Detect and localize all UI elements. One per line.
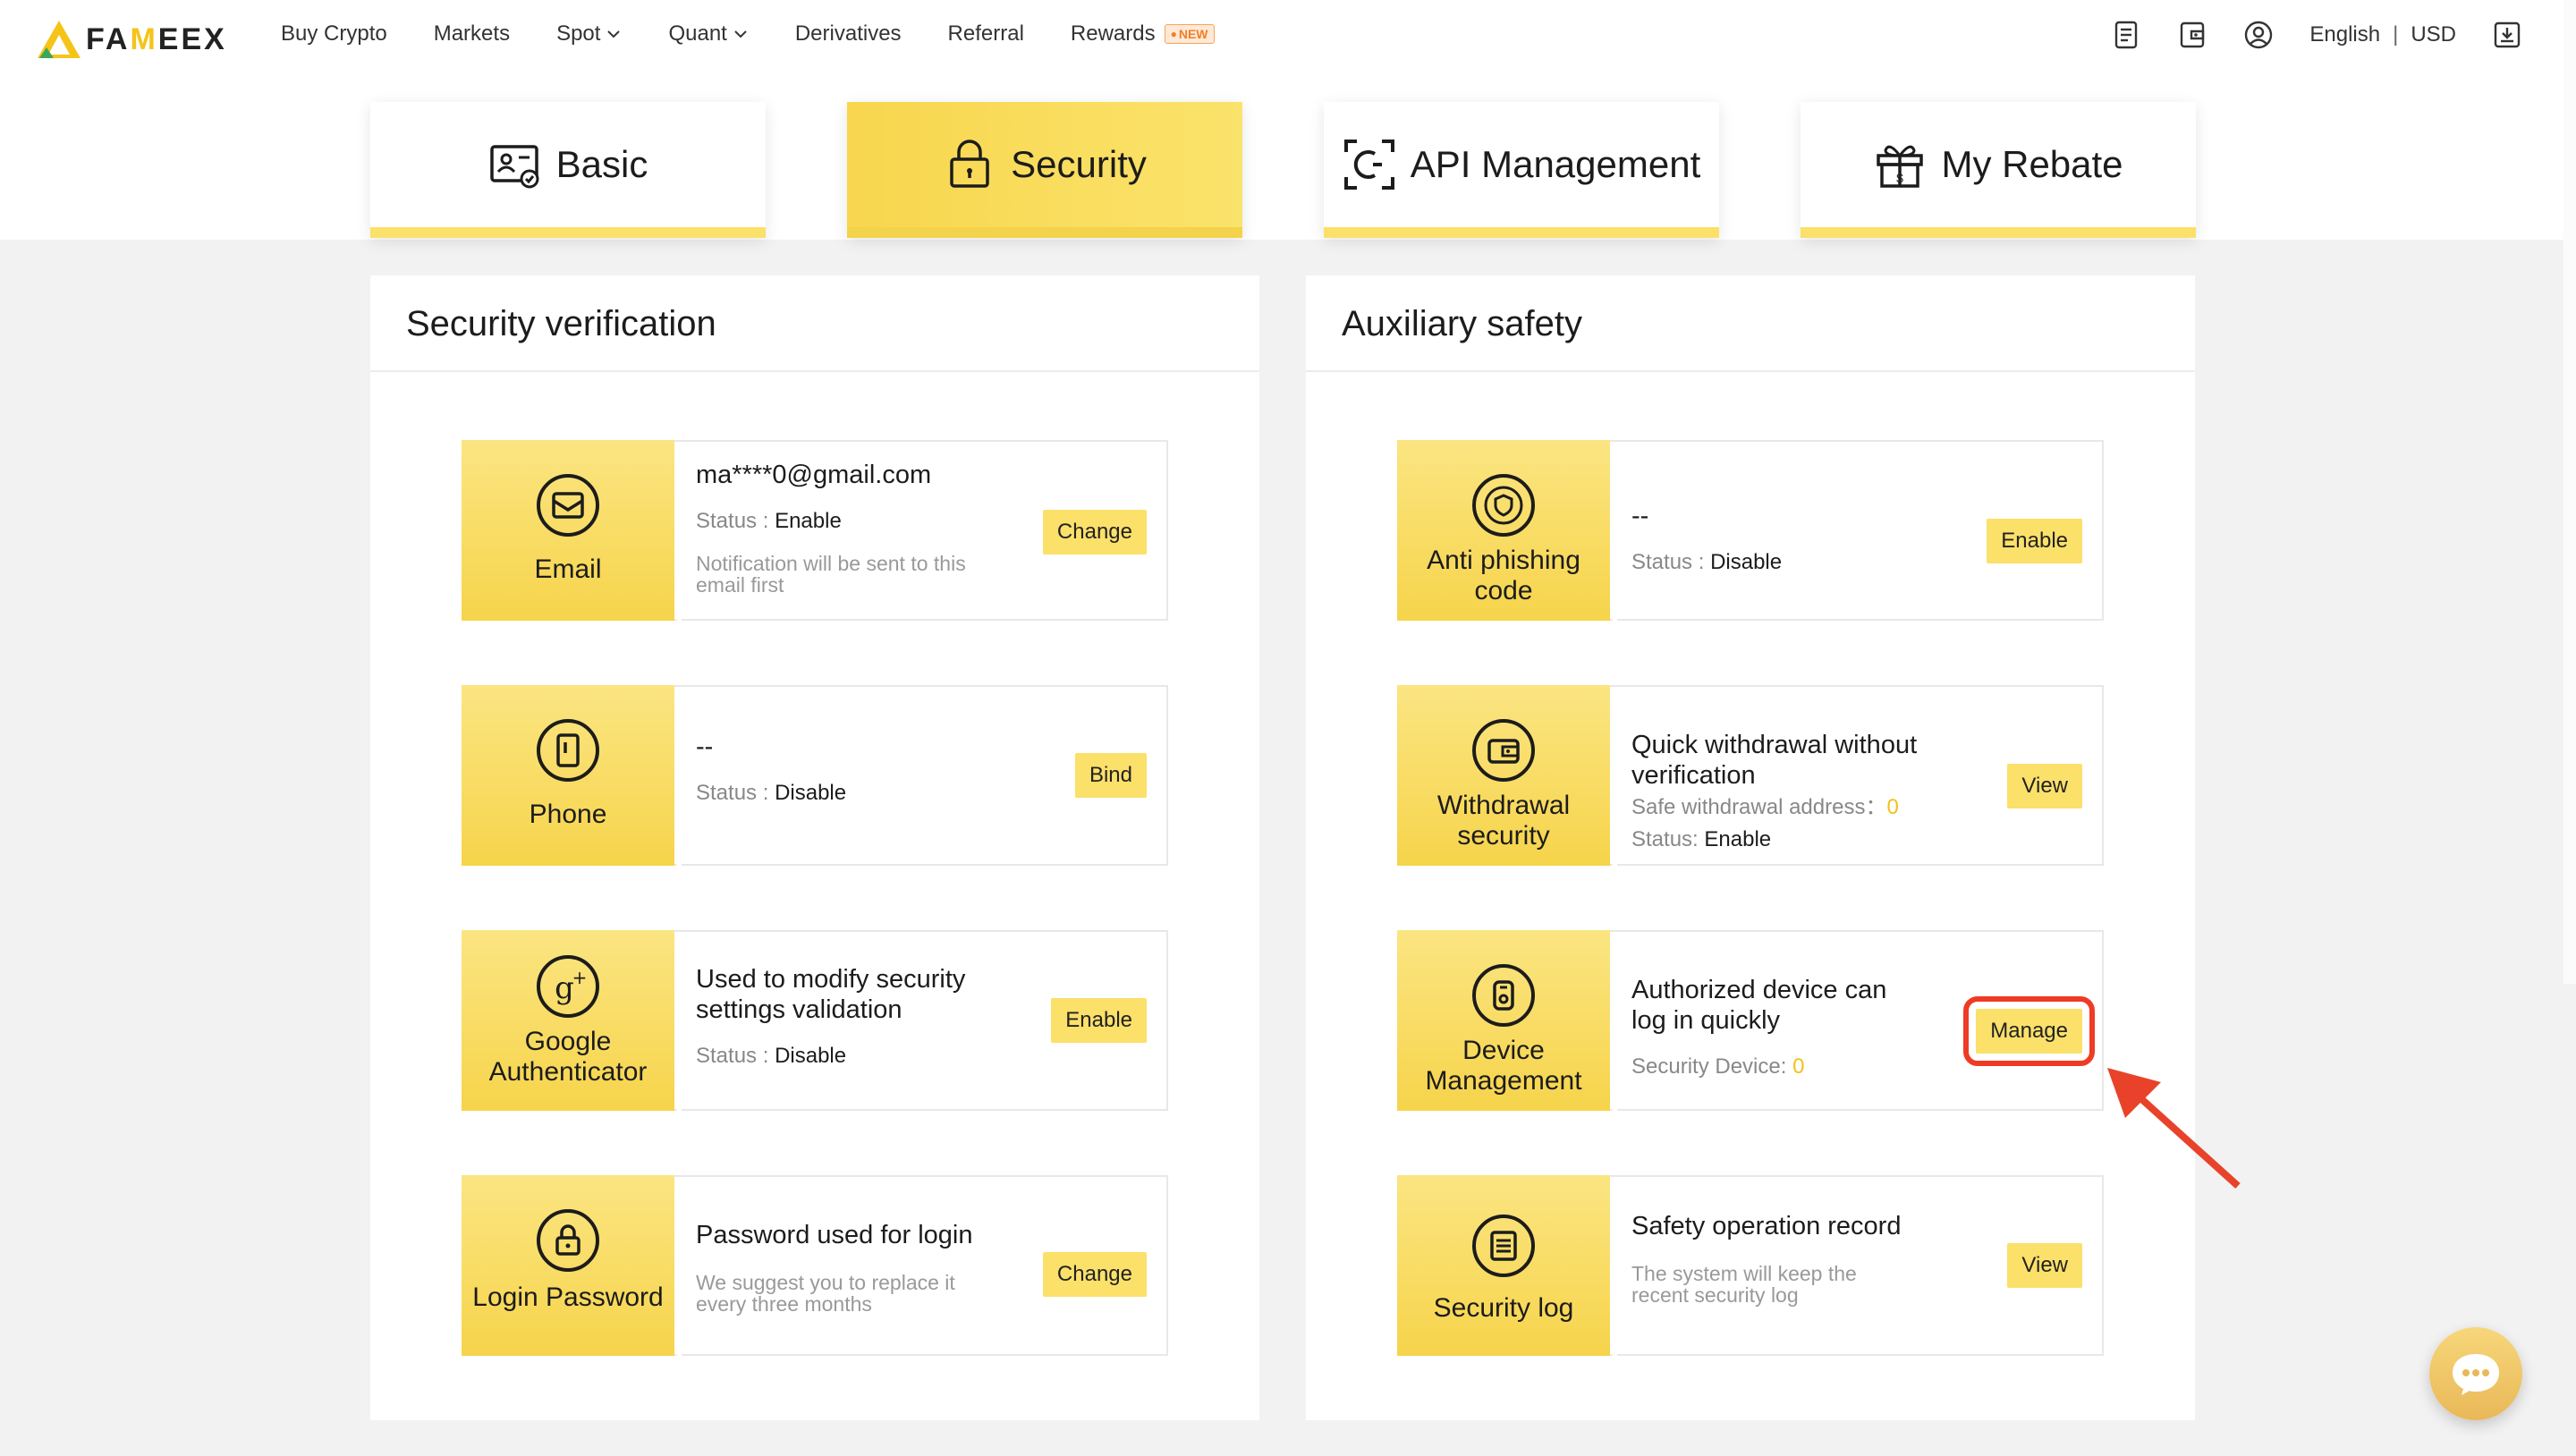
manage-devices-button[interactable]: Manage — [1963, 996, 2095, 1066]
tab-security-label: Security — [1011, 143, 1147, 185]
change-email-button[interactable]: Change — [1042, 510, 1147, 554]
card-label-area: Withdrawal security — [1397, 685, 1617, 866]
card-name: Security log — [1433, 1293, 1574, 1323]
withdrawal-security-card: Withdrawal security Quick withdrawal wit… — [1397, 685, 2104, 866]
orders-icon[interactable] — [2111, 20, 2141, 50]
gift-icon: $ — [1877, 145, 1924, 188]
card-name: Withdrawal security — [1436, 791, 1571, 851]
new-badge: ● NEW — [1164, 24, 1215, 44]
logo-mark-icon — [38, 21, 80, 58]
security-device-count: Security Device: 0 — [1631, 1054, 1805, 1079]
account-icon[interactable] — [2243, 20, 2274, 50]
card-label-area: Device Management — [1397, 930, 1617, 1111]
nav-derivatives[interactable]: Derivatives — [795, 21, 902, 47]
svg-text:$: $ — [1897, 171, 1904, 185]
enable-google-auth-button[interactable]: Enable — [1051, 998, 1147, 1043]
password-lock-icon — [537, 1209, 599, 1272]
nav-referral[interactable]: Referral — [948, 21, 1024, 47]
nav-spot[interactable]: Spot — [556, 21, 622, 47]
card-label-area: Anti phishing code — [1397, 440, 1617, 621]
tab-security[interactable]: Security — [847, 102, 1242, 238]
card-title: Authorized device can log in quickly — [1631, 976, 1887, 1035]
card-label-area: g + Google Authenticator — [462, 930, 682, 1111]
support-chat-button[interactable] — [2429, 1327, 2522, 1420]
card-label-area: Email — [462, 440, 682, 621]
panel-title: Auxiliary safety — [1306, 275, 2195, 372]
download-icon[interactable] — [2492, 20, 2522, 50]
status-text: Status: Enable — [1631, 827, 1772, 851]
google-authenticator-card: g + Google Authenticator Used to modify s… — [462, 930, 1168, 1111]
tab-basic[interactable]: Basic — [370, 102, 766, 238]
card-label-area: Phone — [462, 685, 682, 866]
card-note: The system will keep the recent security… — [1631, 1262, 1857, 1307]
card-note: We suggest you to replace it every three… — [696, 1271, 955, 1316]
safe-address-count: Safe withdrawal address：0 — [1631, 795, 1899, 819]
card-label-area: Login Password — [462, 1175, 682, 1356]
card-name: Google Authenticator — [488, 1027, 648, 1087]
card-name: Email — [534, 554, 602, 584]
log-icon — [1472, 1215, 1535, 1277]
google-icon: g+ — [537, 955, 599, 1018]
view-security-log-button[interactable]: View — [2007, 1243, 2082, 1288]
nav-right: English | USD — [2075, 20, 2522, 50]
chevron-down-icon — [734, 30, 747, 38]
view-withdrawal-button[interactable]: View — [2007, 764, 2082, 808]
bind-phone-button[interactable]: Bind — [1074, 753, 1147, 798]
main-nav: Buy Crypto Markets Spot Quant Derivative… — [281, 21, 1261, 47]
api-scan-icon — [1343, 140, 1394, 190]
phone-card: Phone -- Status : Disable Bind — [462, 685, 1168, 866]
svg-text:+: + — [572, 967, 588, 988]
wallet-icon[interactable] — [2177, 20, 2207, 50]
email-icon — [537, 474, 599, 537]
shield-icon — [1472, 474, 1535, 537]
chevron-down-icon — [607, 30, 621, 38]
nav-markets[interactable]: Markets — [434, 21, 510, 47]
card-title: Used to modify security settings validat… — [696, 965, 966, 1024]
card-title: Password used for login — [696, 1221, 973, 1249]
email-address: ma****0@gmail.com — [696, 461, 932, 489]
page-scrollbar[interactable] — [2563, 0, 2576, 984]
card-name: Device Management — [1425, 1036, 1582, 1096]
card-note: Notification will be sent to this email … — [696, 552, 966, 597]
email-card: Email ma****0@gmail.com Status : Enable … — [462, 440, 1168, 621]
anti-phishing-card: Anti phishing code -- Status : Disable E… — [1397, 440, 2104, 621]
tab-api-management[interactable]: API Management — [1324, 102, 1719, 238]
annotation-arrow-icon — [2107, 1068, 2241, 1189]
id-card-icon — [489, 145, 539, 189]
card-name: Login Password — [472, 1282, 664, 1312]
fameex-logo[interactable]: FAMEEX — [36, 16, 227, 63]
language-currency-selector[interactable]: English | USD — [2309, 22, 2456, 47]
wallet-security-icon — [1472, 719, 1535, 782]
status-text: Status : Disable — [696, 1044, 847, 1068]
tab-api-label: API Management — [1410, 143, 1701, 185]
enable-anti-phishing-button[interactable]: Enable — [1987, 519, 2082, 563]
logo-text: FAMEEX — [86, 21, 227, 56]
panel-title: Security verification — [370, 275, 1259, 372]
device-icon — [1472, 964, 1535, 1027]
tab-my-rebate[interactable]: $ My Rebate — [1801, 102, 2196, 238]
auxiliary-safety-panel: Auxiliary safety Anti phishing code -- S… — [1306, 275, 2195, 1420]
device-management-card: Device Management Authorized device can … — [1397, 930, 2104, 1111]
card-title: Safety operation record — [1631, 1212, 1902, 1240]
chat-icon — [2453, 1354, 2499, 1395]
tab-rebate-label: My Rebate — [1941, 143, 2123, 185]
card-name: Anti phishing code — [1427, 546, 1580, 605]
card-label-area: Security log — [1397, 1175, 1617, 1356]
card-name: Phone — [529, 800, 607, 829]
nav-rewards[interactable]: Rewards ● NEW — [1071, 21, 1215, 47]
login-password-card: Login Password Password used for login W… — [462, 1175, 1168, 1356]
tab-basic-label: Basic — [555, 143, 648, 185]
security-log-card: Security log Safety operation record The… — [1397, 1175, 2104, 1356]
change-password-button[interactable]: Change — [1042, 1252, 1147, 1297]
lock-icon — [950, 140, 989, 188]
nav-quant[interactable]: Quant — [668, 21, 748, 47]
card-title: Quick withdrawal without verification — [1631, 731, 1918, 790]
fire-icon: ● — [1170, 28, 1177, 40]
svg-text:g: g — [555, 970, 574, 1006]
phone-icon — [537, 719, 599, 782]
nav-buy-crypto[interactable]: Buy Crypto — [281, 21, 387, 47]
security-verification-panel: Security verification Email ma****0@gmai… — [370, 275, 1259, 1420]
